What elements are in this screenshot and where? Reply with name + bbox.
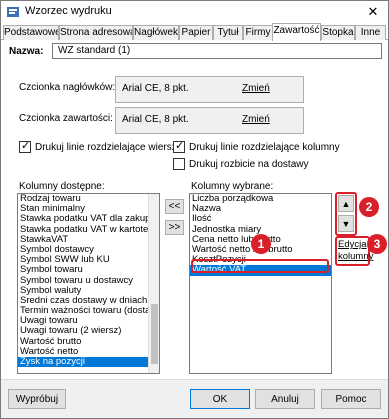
delivery-split-checkbox-label: Drukuj rozbicie na dostawy: [189, 158, 309, 170]
content-font-value: Arial CE, 8 pkt.: [122, 114, 189, 125]
available-column-item[interactable]: Symbol waluty: [18, 286, 159, 296]
tab-inne[interactable]: Inne: [355, 25, 386, 40]
print-template-window: Wzorzec wydruku ✕ Podstawowe Strona adre…: [0, 0, 389, 419]
example-button[interactable]: Wypróbuj: [8, 389, 66, 409]
chosen-column-item[interactable]: Nazwa: [190, 204, 331, 214]
col-lines-checkbox-label: Drukuj linie rozdzielające kolumny: [189, 141, 340, 153]
tab-strip: Podstawowe Strona adresowa Nagłówek Papi…: [1, 23, 388, 41]
title-bar: Wzorzec wydruku ✕: [1, 1, 388, 23]
remove-column-button[interactable]: <<: [165, 199, 184, 214]
available-column-item[interactable]: Stawka podatku VAT w kartotece t: [18, 225, 159, 235]
available-column-item[interactable]: Rodzaj towaru: [18, 194, 159, 204]
tab-podstawowe[interactable]: Podstawowe: [3, 25, 59, 40]
col-lines-checkbox[interactable]: Drukuj linie rozdzielające kolumny: [173, 139, 340, 153]
available-columns-scroll-thumb[interactable]: [151, 304, 158, 364]
chosen-column-item[interactable]: Ilość: [190, 214, 331, 224]
row-lines-checkbox-label: Drukuj linie rozdzielające wiersze: [35, 141, 183, 153]
available-column-item[interactable]: Wartość brutto: [18, 337, 159, 347]
content-tab-pane: Nazwa: WZ standard (1) Czcionka nagłówkó…: [1, 40, 388, 379]
name-label: Nazwa:: [9, 46, 44, 57]
ok-button[interactable]: OK: [190, 389, 250, 409]
callout-1-badge: 1: [251, 234, 271, 254]
tab-naglowek[interactable]: Nagłówek: [133, 25, 179, 40]
change-header-font-link[interactable]: Zmień: [242, 83, 270, 94]
close-icon: ✕: [367, 4, 379, 19]
delivery-split-checkbox-box[interactable]: [173, 158, 185, 170]
content-font-box: Arial CE, 8 pkt. Zmień: [115, 107, 304, 134]
available-column-item[interactable]: StawkaVAT: [18, 235, 159, 245]
change-content-font-link[interactable]: Zmień: [242, 114, 270, 125]
available-column-item[interactable]: Symbol towaru: [18, 265, 159, 275]
available-column-item[interactable]: Zysk na pozycji: [18, 357, 159, 368]
button-bar: Wypróbuj OK Anuluj Pomoc: [1, 379, 388, 418]
cancel-button[interactable]: Anuluj: [255, 389, 315, 409]
tab-papier[interactable]: Papier: [179, 25, 213, 40]
available-column-item[interactable]: Stawka podatku VAT dla zakupu w: [18, 214, 159, 224]
arrow-down-icon: ▼: [341, 218, 351, 229]
tab-firmy[interactable]: Firmy: [243, 25, 273, 40]
chosen-column-item[interactable]: Liczba porządkowa: [190, 194, 331, 204]
app-icon: [7, 7, 19, 17]
help-button[interactable]: Pomoc: [321, 389, 381, 409]
available-column-item[interactable]: Uwagi towaru: [18, 316, 159, 326]
available-column-item[interactable]: Wartość netto: [18, 347, 159, 357]
header-font-value: Arial CE, 8 pkt.: [122, 83, 189, 94]
available-columns-items: Rodzaj towaru Stan minimalny Stawka podatk…: [18, 194, 159, 368]
move-up-button[interactable]: ▲: [338, 195, 354, 212]
row-lines-checkbox-box[interactable]: [19, 139, 31, 153]
header-font-label: Czcionka nagłówków:: [19, 82, 116, 93]
header-font-box: Arial CE, 8 pkt. Zmień: [115, 76, 304, 103]
callout-2-badge: 2: [359, 197, 379, 217]
col-lines-checkbox-box[interactable]: [173, 139, 185, 153]
available-column-item[interactable]: Uwagi towaru (2 wiersz): [18, 326, 159, 336]
arrow-up-icon: ▲: [341, 198, 351, 209]
callout-3-badge: 3: [367, 234, 387, 254]
available-column-item[interactable]: Termin ważności towaru (dostawy): [18, 306, 159, 316]
close-button[interactable]: ✕: [364, 3, 382, 21]
window-title: Wzorzec wydruku: [25, 5, 112, 17]
tab-strona-adresowa[interactable]: Strona adresowa: [59, 25, 133, 40]
chosen-columns-list[interactable]: Liczba porządkowa Nazwa Ilość Jednostka mia…: [189, 193, 332, 374]
available-columns-list[interactable]: Rodzaj towaru Stan minimalny Stawka podatk…: [17, 193, 160, 374]
available-column-item[interactable]: Symbol towaru u dostawcy: [18, 276, 159, 286]
edit-column-line2: kolumny: [338, 251, 374, 262]
move-down-button[interactable]: ▼: [338, 215, 354, 232]
tab-stopka[interactable]: Stopka: [321, 25, 355, 40]
available-column-item[interactable]: Średni czas dostawy w dniach: [18, 296, 159, 306]
available-column-item[interactable]: Symbol dostawcy: [18, 245, 159, 255]
available-columns-scrollbar[interactable]: [148, 194, 159, 373]
name-field[interactable]: WZ standard (1): [52, 43, 382, 59]
row-lines-checkbox[interactable]: Drukuj linie rozdzielające wiersze: [19, 139, 183, 153]
available-column-item[interactable]: Symbol SWW lub KU: [18, 255, 159, 265]
add-column-button[interactable]: >>: [165, 220, 184, 235]
content-font-label: Czcionka zawartości:: [19, 113, 113, 124]
callout-1-frame: [191, 259, 329, 273]
available-column-item[interactable]: Stan minimalny: [18, 204, 159, 214]
available-columns-label: Kolumny dostępne:: [19, 181, 105, 192]
delivery-split-checkbox[interactable]: Drukuj rozbicie na dostawy: [173, 158, 309, 170]
tab-zawartosc[interactable]: Zawartość: [272, 23, 321, 41]
chosen-columns-label: Kolumny wybrane:: [191, 181, 274, 192]
tab-tytul[interactable]: Tytuł: [213, 25, 243, 40]
